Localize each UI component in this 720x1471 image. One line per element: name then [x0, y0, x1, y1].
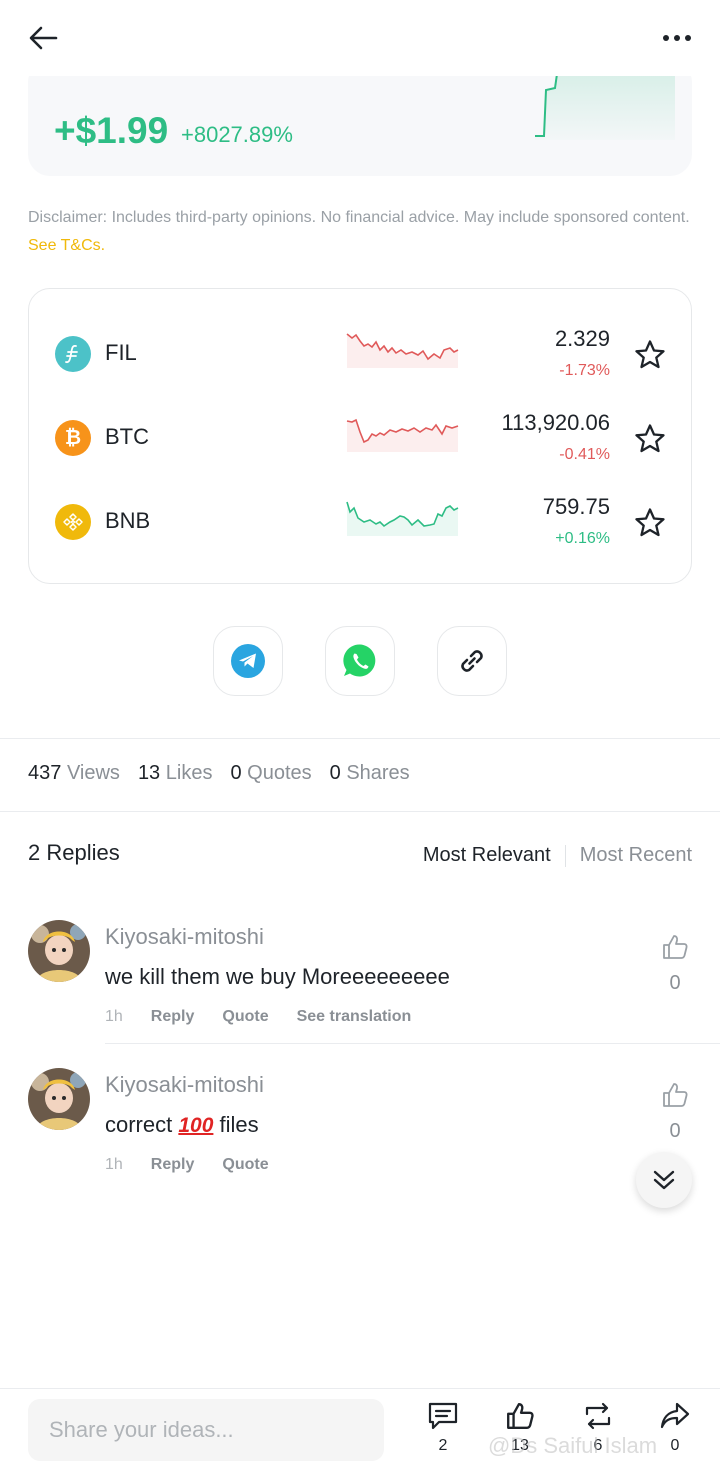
reply-meta: 1h Reply Quote See translation	[105, 1008, 411, 1026]
bnb-icon	[55, 504, 91, 540]
coin-row-fil[interactable]: FIL 2.329 -1.73%	[29, 289, 693, 379]
comment-count: 2	[438, 1437, 448, 1454]
shares-stat[interactable]: 0 Shares	[330, 762, 410, 785]
coin-row-btc[interactable]: ₿ BTC 113,920.06 -0.41%	[29, 373, 693, 463]
coin-sparkline	[346, 333, 459, 368]
share-whatsapp-button[interactable]	[325, 626, 395, 696]
likes-stat[interactable]: 13 Likes	[138, 762, 213, 785]
divider	[0, 738, 720, 739]
reply-text-before: correct	[105, 1112, 179, 1137]
more-options-button[interactable]	[660, 22, 694, 54]
sort-separator	[564, 844, 566, 867]
quote-button[interactable]: Quote	[222, 1008, 268, 1026]
whatsapp-icon	[343, 644, 376, 677]
replies-title: 2 Replies	[28, 840, 120, 865]
coin-symbol: FIL	[105, 340, 137, 365]
coins-card: FIL 2.329 -1.73% ₿ BTC 113,920.06 -0.41%	[28, 288, 692, 584]
double-chevron-down-icon	[653, 1170, 675, 1190]
star-icon[interactable]	[634, 423, 666, 455]
reply-like-count: 0	[669, 1120, 681, 1142]
back-button[interactable]	[26, 22, 60, 54]
share-arrow-icon	[660, 1402, 690, 1429]
comment-button[interactable]: 2	[421, 1401, 465, 1455]
quote-button[interactable]: Quote	[222, 1156, 268, 1174]
filecoin-icon	[55, 336, 91, 372]
thumbs-up-icon	[663, 1083, 688, 1107]
sort-most-recent[interactable]: Most Recent	[580, 844, 692, 867]
reply-like-count: 0	[669, 972, 681, 994]
post-stats: 437 Views 13 Likes 0 Quotes 0 Shares	[28, 762, 410, 785]
divider	[0, 811, 720, 812]
coin-price: 2.329	[554, 326, 610, 351]
sort-options: Most Relevant Most Recent	[423, 844, 692, 867]
hundred-points-emoji: 100	[178, 1114, 214, 1137]
reply-like-button[interactable]: 0	[660, 1081, 690, 1143]
sort-most-relevant[interactable]: Most Relevant	[423, 844, 551, 867]
watermark: @Ds Saiful Islam	[488, 1433, 658, 1458]
views-stat: 437 Views	[28, 762, 120, 784]
reply-text: we kill them we buy Moreeeeeeeee	[105, 964, 450, 989]
star-icon[interactable]	[634, 507, 666, 539]
repost-icon	[585, 1402, 611, 1430]
reply-item: Kiyosaki-mitoshi we kill them we buy Mor…	[0, 900, 720, 1044]
pnl-percent: +8027.89%	[181, 122, 293, 147]
reply-item: Kiyosaki-mitoshi correct 100 files 1h Re…	[0, 1048, 720, 1188]
telegram-icon	[231, 644, 265, 678]
reply-like-button[interactable]: 0	[660, 933, 690, 995]
reply-button[interactable]: Reply	[151, 1156, 195, 1174]
avatar[interactable]	[28, 920, 90, 982]
avatar[interactable]	[28, 1068, 90, 1130]
top-bar	[0, 0, 720, 76]
more-dots-icon	[663, 35, 691, 41]
pnl-amount: +$1.99	[54, 110, 169, 151]
coin-row-bnb[interactable]: BNB 759.75 +0.16%	[29, 457, 693, 547]
share-count: 0	[670, 1437, 680, 1454]
coin-sparkline	[346, 501, 459, 536]
thumbs-up-icon	[663, 935, 688, 959]
reply-username[interactable]: Kiyosaki-mitoshi	[105, 924, 264, 950]
reply-username[interactable]: Kiyosaki-mitoshi	[105, 1072, 264, 1098]
disclaimer: Disclaimer: Includes third-party opinion…	[28, 204, 692, 260]
share-button[interactable]: 0	[653, 1401, 697, 1455]
comment-icon	[428, 1402, 458, 1430]
arrow-left-icon	[29, 26, 58, 50]
bottom-bar: 2 13 6 0 @Ds Saiful Islam	[0, 1388, 720, 1471]
reply-time: 1h	[105, 1156, 123, 1173]
bitcoin-icon: ₿	[55, 420, 91, 456]
reply-meta: 1h Reply Quote	[105, 1156, 269, 1174]
coin-sparkline	[346, 418, 459, 452]
share-telegram-button[interactable]	[213, 626, 283, 696]
disclaimer-text: Disclaimer: Includes third-party opinion…	[28, 209, 690, 226]
quotes-stat[interactable]: 0 Quotes	[230, 762, 311, 785]
reply-text-after: files	[213, 1112, 259, 1137]
reply-button[interactable]: Reply	[151, 1008, 195, 1026]
pnl-card[interactable]: +$1.99 +8027.89%	[28, 60, 692, 176]
thumbs-up-icon	[507, 1403, 534, 1429]
coin-symbol: BTC	[105, 424, 149, 449]
terms-link[interactable]: See T&Cs.	[28, 237, 105, 254]
coin-price: 759.75	[542, 494, 610, 519]
star-icon[interactable]	[634, 339, 666, 371]
see-translation-button[interactable]: See translation	[297, 1008, 412, 1026]
link-icon	[461, 650, 483, 672]
reply-time: 1h	[105, 1008, 123, 1025]
scroll-to-bottom-button[interactable]	[636, 1152, 692, 1208]
reply-text: correct 100 files	[105, 1112, 259, 1138]
coin-symbol: BNB	[105, 508, 151, 533]
divider	[105, 1043, 720, 1044]
share-ideas-input[interactable]	[28, 1399, 384, 1461]
copy-link-button[interactable]	[437, 626, 507, 696]
coin-price: 113,920.06	[501, 410, 610, 435]
coin-change: +0.16%	[555, 530, 610, 547]
